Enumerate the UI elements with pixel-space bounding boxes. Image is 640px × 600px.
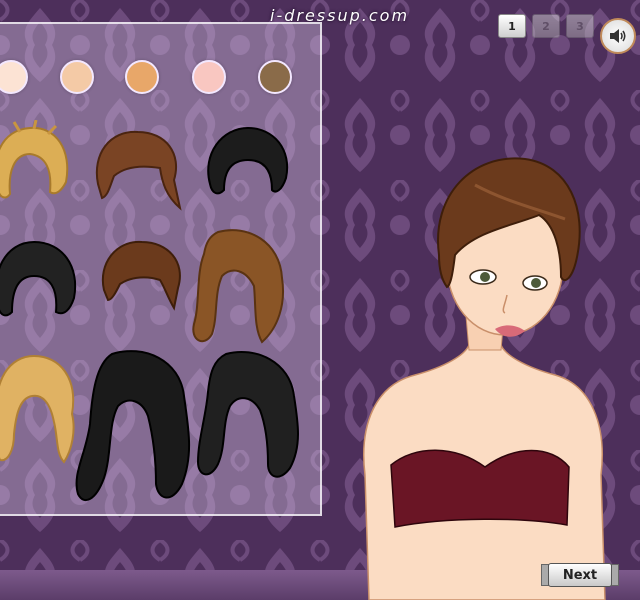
page-tab-3[interactable]: 3: [566, 14, 594, 38]
hair-option-black-short[interactable]: [202, 124, 292, 204]
sound-toggle-button[interactable]: [600, 18, 636, 54]
hair-option-brown-spiky[interactable]: [88, 124, 184, 214]
next-button-label: Next: [562, 567, 598, 583]
skin-swatch-3[interactable]: [125, 60, 159, 94]
hair-option-blonde-messy[interactable]: [0, 120, 76, 210]
page-tab-1[interactable]: 1: [498, 14, 526, 38]
page-tab-2[interactable]: 2: [532, 14, 560, 38]
next-button-right-cap: [611, 564, 619, 586]
hair-option-brown-wavy[interactable]: [184, 224, 294, 352]
page-tabs: 1 2 3: [498, 14, 594, 38]
hair-option-black-long-curly[interactable]: [72, 344, 202, 512]
hair-option-blonde-curly[interactable]: [0, 350, 82, 472]
hair-option-black-bob[interactable]: [0, 236, 80, 326]
hair-option-black-long-wavy[interactable]: [190, 346, 310, 486]
speaker-icon: [610, 29, 626, 43]
hair-option-brown-updo[interactable]: [98, 236, 186, 316]
skin-swatch-5[interactable]: [258, 60, 292, 94]
model-character: [363, 157, 606, 600]
skin-swatch-4[interactable]: [192, 60, 226, 94]
skin-swatch-2[interactable]: [60, 60, 94, 94]
next-button[interactable]: Next: [541, 563, 619, 587]
